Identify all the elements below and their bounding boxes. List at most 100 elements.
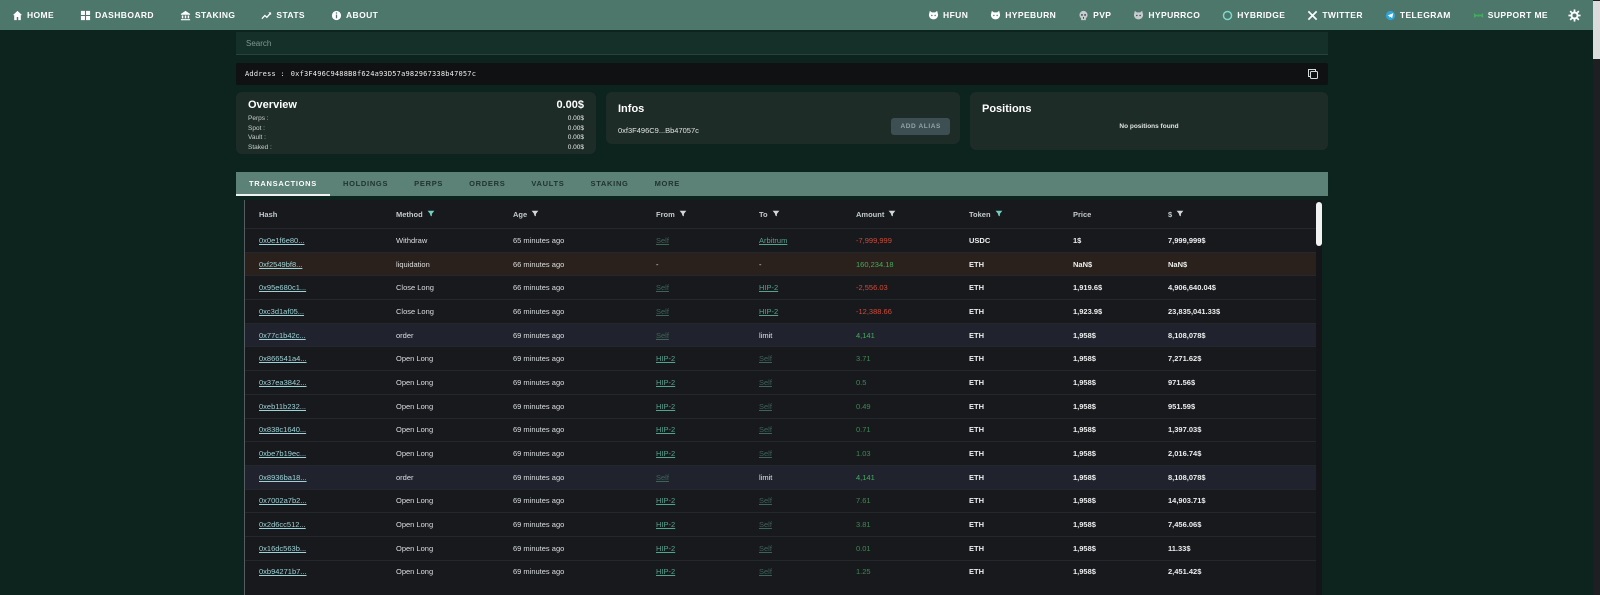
nav-item-support-me[interactable]: SUPPORT ME bbox=[1473, 10, 1548, 21]
filter-icon-method[interactable] bbox=[427, 210, 435, 218]
from-cell[interactable]: HIP-2 bbox=[656, 402, 675, 411]
nav-item-pvp[interactable]: PVP bbox=[1078, 10, 1111, 21]
nav-item-hypurrco[interactable]: HYPURRCO bbox=[1133, 10, 1200, 21]
filter-icon-to[interactable] bbox=[772, 210, 780, 218]
token-cell: ETH bbox=[969, 354, 984, 363]
to-cell[interactable]: Arbitrum bbox=[759, 236, 787, 245]
nav-item-dashboard[interactable]: DASHBOARD bbox=[80, 10, 154, 21]
token-cell: ETH bbox=[969, 260, 984, 269]
nav-item-home[interactable]: HOME bbox=[12, 10, 54, 21]
token-cell: ETH bbox=[969, 378, 984, 387]
tab-perps[interactable]: PERPS bbox=[401, 172, 456, 196]
nav-item-twitter[interactable]: TWITTER bbox=[1307, 10, 1363, 21]
from-cell[interactable]: Self bbox=[656, 473, 669, 482]
tx-hash-link[interactable]: 0x0e1f6e80... bbox=[259, 236, 304, 245]
to-cell[interactable]: Self bbox=[759, 544, 772, 553]
to-cell[interactable]: Self bbox=[759, 402, 772, 411]
nav-item-stats[interactable]: STATS bbox=[261, 10, 305, 21]
supportme-icon bbox=[1473, 10, 1484, 21]
tx-hash-link[interactable]: 0x77c1b42c... bbox=[259, 331, 306, 340]
method-cell: Open Long bbox=[396, 544, 433, 553]
tx-hash-link[interactable]: 0x866541a4... bbox=[259, 354, 307, 363]
table-scrollbar-thumb[interactable] bbox=[1316, 202, 1322, 246]
filter-icon-from[interactable] bbox=[679, 210, 687, 218]
from-cell[interactable]: HIP-2 bbox=[656, 544, 675, 553]
table-row: 0xbe7b19ec...Open Long69 minutes agoHIP-… bbox=[245, 441, 1322, 465]
from-cell[interactable]: Self bbox=[656, 331, 669, 340]
tab-orders[interactable]: ORDERS bbox=[456, 172, 518, 196]
from-cell[interactable]: Self bbox=[656, 307, 669, 316]
to-cell[interactable]: Self bbox=[759, 354, 772, 363]
tx-hash-link[interactable]: 0x2d6cc512... bbox=[259, 520, 306, 529]
method-cell: Close Long bbox=[396, 283, 434, 292]
tab-transactions[interactable]: TRANSACTIONS bbox=[236, 172, 330, 196]
usd-cell: 8,108,078$ bbox=[1168, 331, 1206, 340]
method-cell: Open Long bbox=[396, 567, 433, 576]
usd-cell: 8,108,078$ bbox=[1168, 473, 1206, 482]
nav-item-hypeburn[interactable]: HYPEBURN bbox=[990, 10, 1056, 21]
filter-icon--[interactable] bbox=[1176, 210, 1184, 218]
filter-icon-amount[interactable] bbox=[888, 210, 896, 218]
from-cell[interactable]: HIP-2 bbox=[656, 567, 675, 576]
nav-item-staking[interactable]: STAKING bbox=[180, 10, 235, 21]
age-cell: 69 minutes ago bbox=[513, 449, 564, 458]
tx-hash-link[interactable]: 0xeb11b232... bbox=[259, 402, 306, 411]
from-cell[interactable]: Self bbox=[656, 236, 669, 245]
tab-holdings[interactable]: HOLDINGS bbox=[330, 172, 401, 196]
column-header-label: Amount bbox=[856, 210, 884, 219]
to-cell[interactable]: Self bbox=[759, 520, 772, 529]
amount-cell: 7.61 bbox=[856, 496, 871, 505]
to-cell[interactable]: HIP-2 bbox=[759, 283, 778, 292]
age-cell: 69 minutes ago bbox=[513, 378, 564, 387]
to-cell[interactable]: Self bbox=[759, 567, 772, 576]
tx-hash-link[interactable]: 0xbe7b19ec... bbox=[259, 449, 306, 458]
add-alias-button[interactable]: ADD ALIAS bbox=[891, 118, 950, 135]
tx-hash-link[interactable]: 0xf2549bf8... bbox=[259, 260, 302, 269]
token-cell: ETH bbox=[969, 473, 984, 482]
search-input[interactable] bbox=[244, 38, 1320, 49]
from-cell[interactable]: HIP-2 bbox=[656, 354, 675, 363]
search-bar[interactable] bbox=[236, 32, 1328, 55]
gear-icon[interactable] bbox=[1568, 9, 1581, 22]
tx-hash-link[interactable]: 0x838c1640... bbox=[259, 425, 306, 434]
to-cell[interactable]: Self bbox=[759, 425, 772, 434]
tx-hash-link[interactable]: 0xc3d1af05... bbox=[259, 307, 304, 316]
from-cell[interactable]: HIP-2 bbox=[656, 425, 675, 434]
outer-scrollbar-thumb[interactable] bbox=[1593, 1, 1600, 59]
tx-hash-link[interactable]: 0x8936ba18... bbox=[259, 473, 307, 482]
nav-item-telegram[interactable]: TELEGRAM bbox=[1385, 10, 1451, 21]
tab-more[interactable]: MORE bbox=[642, 172, 693, 196]
to-cell[interactable]: HIP-2 bbox=[759, 307, 778, 316]
column-header--: $ bbox=[1168, 210, 1322, 219]
tx-hash-link[interactable]: 0x7002a7b2... bbox=[259, 496, 307, 505]
tx-hash-link[interactable]: 0x95e680c1... bbox=[259, 283, 306, 292]
tx-hash-link[interactable]: 0x16dc563b... bbox=[259, 544, 306, 553]
from-cell[interactable]: HIP-2 bbox=[656, 520, 675, 529]
price-cell: 1,958$ bbox=[1073, 354, 1096, 363]
from-cell[interactable]: HIP-2 bbox=[656, 496, 675, 505]
nav-item-hybridge[interactable]: HYBRIDGE bbox=[1222, 10, 1285, 21]
from-cell[interactable]: HIP-2 bbox=[656, 378, 675, 387]
tab-staking[interactable]: STAKING bbox=[578, 172, 642, 196]
from-cell[interactable]: HIP-2 bbox=[656, 449, 675, 458]
table-scrollbar[interactable] bbox=[1316, 200, 1322, 595]
filter-icon-age[interactable] bbox=[531, 210, 539, 218]
table-row: 0x8936ba18...order69 minutes agoSelflimi… bbox=[245, 465, 1322, 489]
tx-hash-link[interactable]: 0x37ea3842... bbox=[259, 378, 307, 387]
usd-cell: 1,397.03$ bbox=[1168, 425, 1201, 434]
nav-item-about[interactable]: ABOUT bbox=[331, 10, 378, 21]
tx-hash-link[interactable]: 0xb94271b7... bbox=[259, 567, 307, 576]
price-cell: 1,958$ bbox=[1073, 425, 1096, 434]
outer-scrollbar[interactable] bbox=[1593, 0, 1600, 595]
nav-item-hfun[interactable]: HFUN bbox=[928, 10, 968, 21]
to-cell[interactable]: Self bbox=[759, 449, 772, 458]
filter-icon-token[interactable] bbox=[995, 210, 1003, 218]
tab-vaults[interactable]: VAULTS bbox=[518, 172, 577, 196]
copy-icon[interactable] bbox=[1307, 68, 1319, 80]
pvp-icon bbox=[1078, 10, 1089, 21]
to-cell[interactable]: Self bbox=[759, 496, 772, 505]
from-cell[interactable]: Self bbox=[656, 283, 669, 292]
to-cell[interactable]: Self bbox=[759, 378, 772, 387]
table-header-row: HashMethodAgeFromToAmountTokenPrice$ bbox=[245, 200, 1322, 228]
column-header-to: To bbox=[759, 210, 856, 219]
